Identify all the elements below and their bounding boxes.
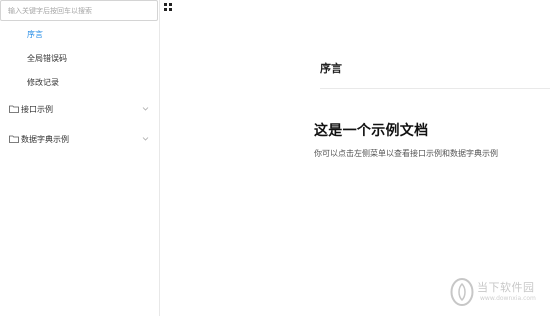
chevron-down-icon [142, 107, 149, 111]
watermark-url: www.downxia.com [480, 295, 536, 302]
sidebar-item-global-error-codes[interactable]: 全局错误码 [0, 48, 159, 68]
app: 序言 全局错误码 修改记录 接口示例 数据字典示例 [0, 0, 550, 316]
sidebar-item-preface[interactable]: 序言 [0, 24, 159, 44]
sidebar-group-label: 接口示例 [21, 104, 53, 114]
sidebar-item-label: 序言 [27, 29, 43, 39]
search-input[interactable] [0, 0, 158, 21]
sidebar: 序言 全局错误码 修改记录 接口示例 数据字典示例 [0, 0, 160, 316]
title-divider [320, 88, 550, 89]
folder-icon [9, 105, 19, 113]
main-content: 序言 这是一个示例文档 你可以点击左侧菜单以查看接口示例和数据字典示例 [160, 0, 550, 316]
watermark-name: 当下软件园 [477, 281, 535, 294]
chevron-down-icon [142, 137, 149, 141]
sidebar-group-api-examples[interactable]: 接口示例 [0, 99, 159, 119]
sidebar-item-label: 全局错误码 [27, 53, 67, 63]
sidebar-item-changelog[interactable]: 修改记录 [0, 72, 159, 92]
doc-description: 你可以点击左侧菜单以查看接口示例和数据字典示例 [314, 149, 498, 158]
doc-heading: 这是一个示例文档 [314, 123, 429, 139]
sidebar-item-label: 修改记录 [27, 77, 59, 87]
watermark: 当下软件园 www.downxia.com [450, 276, 548, 310]
page-title: 序言 [320, 62, 342, 75]
folder-icon [9, 135, 19, 143]
sidebar-group-label: 数据字典示例 [21, 134, 69, 144]
sidebar-group-data-dictionary[interactable]: 数据字典示例 [0, 129, 159, 149]
watermark-logo-icon [450, 278, 474, 306]
